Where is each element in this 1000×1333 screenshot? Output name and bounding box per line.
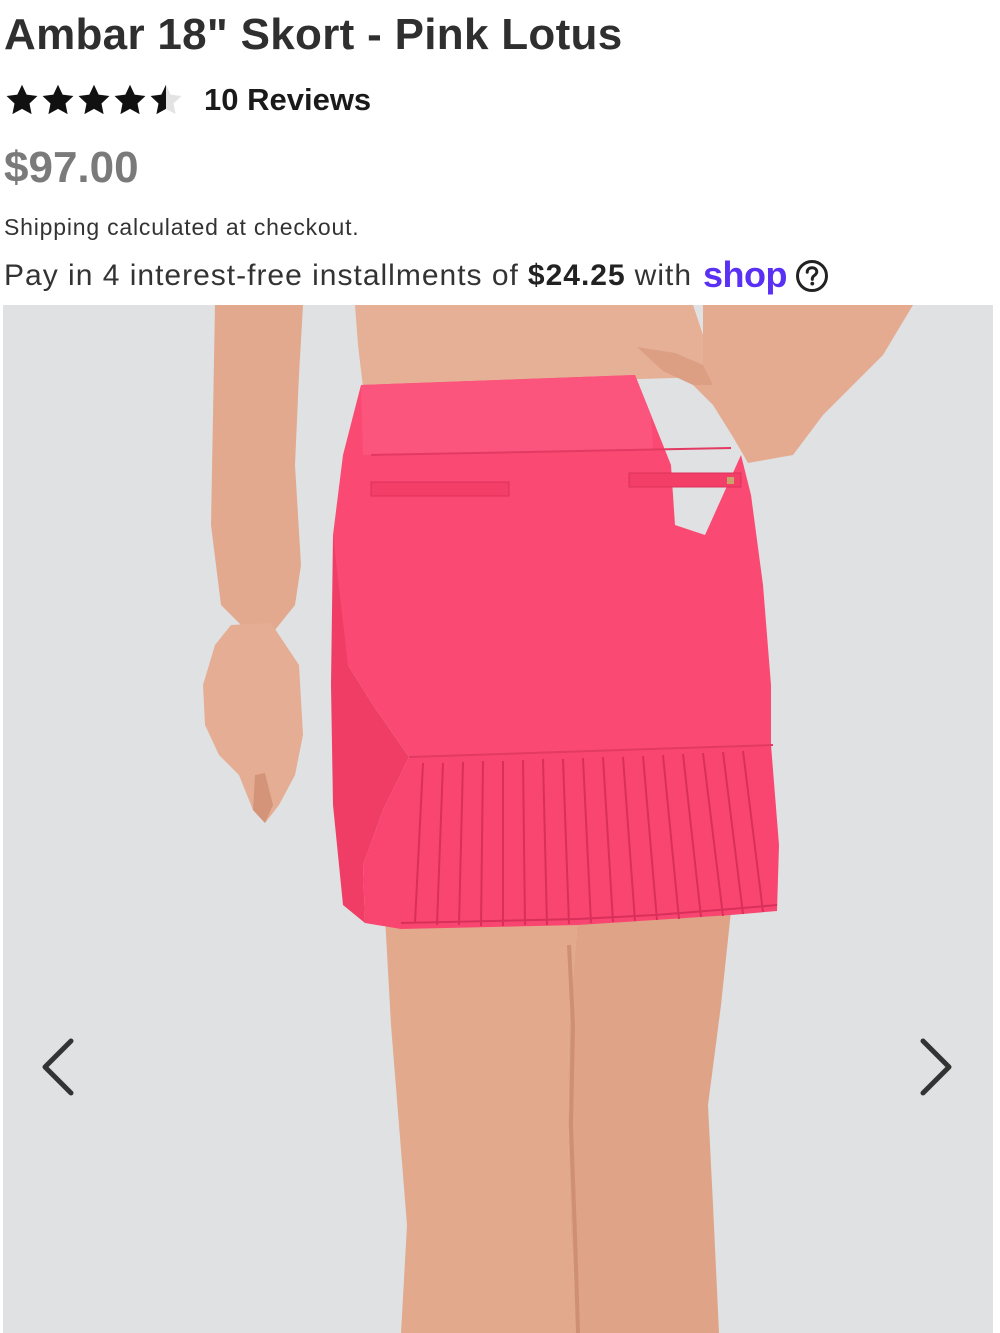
product-header: Ambar 18" Skort - Pink Lotus 10 Reviews … (0, 0, 1000, 305)
installment-amount: $24.25 (527, 259, 626, 292)
installments-prefix: Pay in 4 interest-free installments of (4, 259, 519, 292)
installments-suffix: with (634, 259, 693, 292)
product-image-carousel[interactable] (3, 305, 993, 1333)
star-full-icon (78, 84, 110, 115)
shipping-note: Shipping calculated at checkout. (4, 211, 360, 243)
product-title: Ambar 18" Skort - Pink Lotus (4, 10, 623, 59)
chevron-left-icon[interactable] (37, 1035, 81, 1099)
shop-pay-logo: shop (703, 254, 788, 295)
shop-pay-installments: Pay in 4 interest-free installments of $… (4, 252, 829, 300)
shipping-text: calculated at checkout. (99, 214, 360, 240)
product-photo (3, 305, 993, 1333)
star-full-icon (114, 84, 146, 115)
rating-row[interactable]: 10 Reviews (4, 78, 371, 122)
star-half-icon (150, 84, 182, 115)
help-circle-icon[interactable] (795, 259, 829, 293)
star-full-icon (6, 84, 38, 115)
product-price: $97.00 (4, 143, 139, 192)
star-rating (4, 82, 184, 118)
shipping-link[interactable]: Shipping (4, 214, 100, 240)
reviews-link[interactable]: 10 Reviews (204, 82, 371, 118)
star-full-icon (42, 84, 74, 115)
chevron-right-icon[interactable] (913, 1035, 957, 1099)
